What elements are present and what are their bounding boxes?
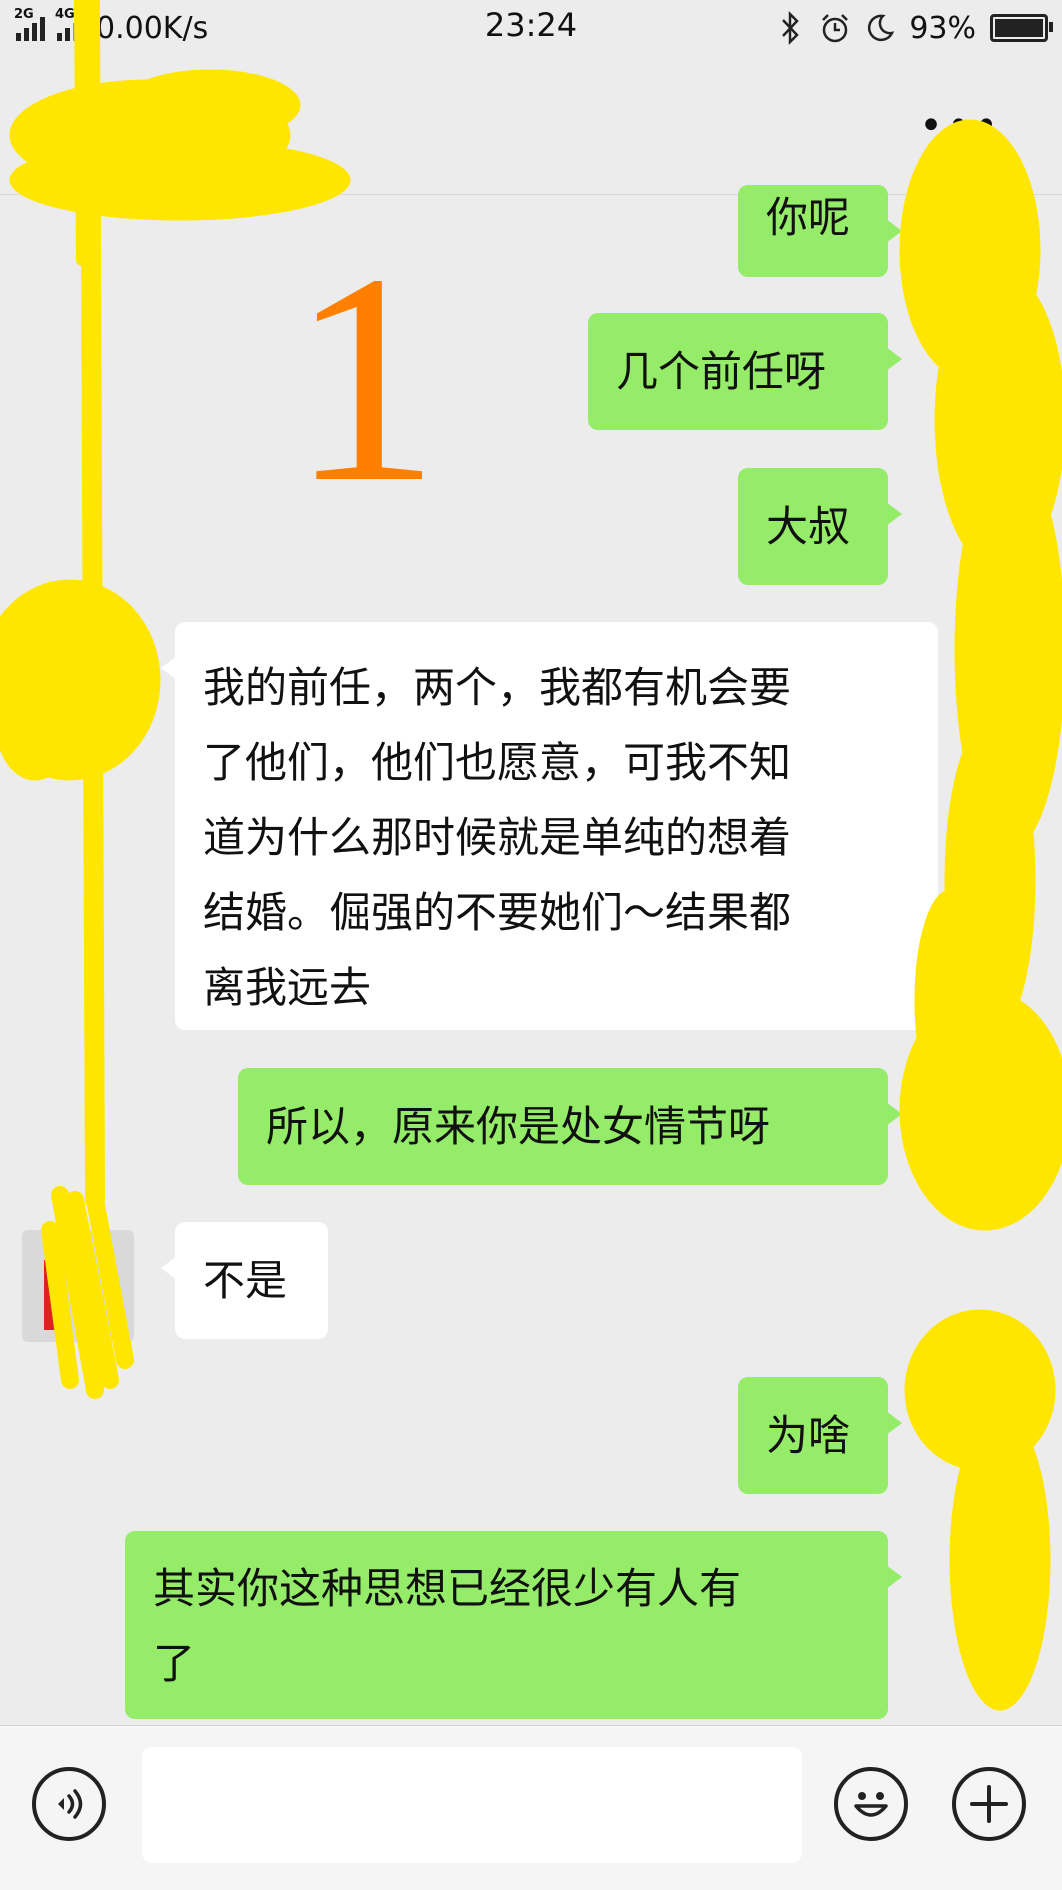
bluetooth-icon (782, 11, 800, 45)
moon-icon (868, 14, 895, 42)
message-line: 了 (153, 1639, 196, 1688)
message-bubble[interactable]: 几个前任呀 (588, 313, 902, 430)
message-text: 几个前任呀 (616, 347, 827, 396)
plus-button[interactable] (952, 1767, 1026, 1841)
message-text: 为啥 (766, 1411, 851, 1460)
voice-icon (58, 1789, 83, 1819)
emoji-button[interactable] (834, 1767, 908, 1841)
message-text: 大叔 (766, 502, 851, 551)
message-line: 道为什么那时候就是单纯的想着 (203, 813, 792, 862)
message-line: 了他们，他们也愿意，可我不知 (203, 738, 792, 787)
message-input[interactable] (142, 1747, 802, 1863)
message-text: 所以，原来你是处女情节呀 (266, 1102, 771, 1151)
avatar-detail (44, 1260, 62, 1330)
message-text: 不是 (203, 1256, 288, 1305)
plus-icon (970, 1785, 1008, 1823)
message-bubble[interactable]: 所以，原来你是处女情节呀 (238, 1068, 902, 1185)
message-bubble[interactable]: 不是 (161, 1222, 328, 1339)
message-bubble[interactable]: 大叔 (738, 468, 902, 585)
voice-button[interactable] (32, 1767, 106, 1841)
message-bubble[interactable]: 其实你这种思想已经很少有人有 了 (125, 1531, 902, 1719)
more-options-icon[interactable]: ••• (919, 106, 1002, 146)
message-bubble[interactable]: 为啥 (738, 1377, 902, 1494)
message-line: 我的前任，两个，我都有机会要 (203, 663, 792, 712)
status-bar: 2G 4G 0.00K/s 23:24 93% (0, 0, 1062, 56)
message-bubble[interactable]: 我的前任，两个，我都有机会要 了他们，他们也愿意，可我不知 道为什么那时候就是单… (161, 622, 938, 1030)
battery-icon (990, 14, 1053, 42)
contact-name-redacted: ○ (240, 92, 275, 138)
alarm-icon (822, 14, 849, 43)
message-line: 其实你这种思想已经很少有人有 (153, 1564, 742, 1613)
chat-header: ○ ••• (0, 56, 1062, 195)
message-line: 结婚。倔强的不要她们～结果都 (203, 888, 792, 937)
annotation-number: 1 (290, 212, 440, 544)
battery-fill (995, 19, 1044, 37)
avatar[interactable] (22, 1230, 134, 1342)
status-right: 93% (775, 6, 1053, 50)
battery-percent: 93% (909, 10, 976, 46)
message-bubble[interactable]: 你呢 (738, 185, 902, 277)
message-text: 你呢 (766, 193, 851, 242)
emoji-icon (854, 1792, 888, 1817)
message-line: 离我远去 (203, 963, 372, 1012)
